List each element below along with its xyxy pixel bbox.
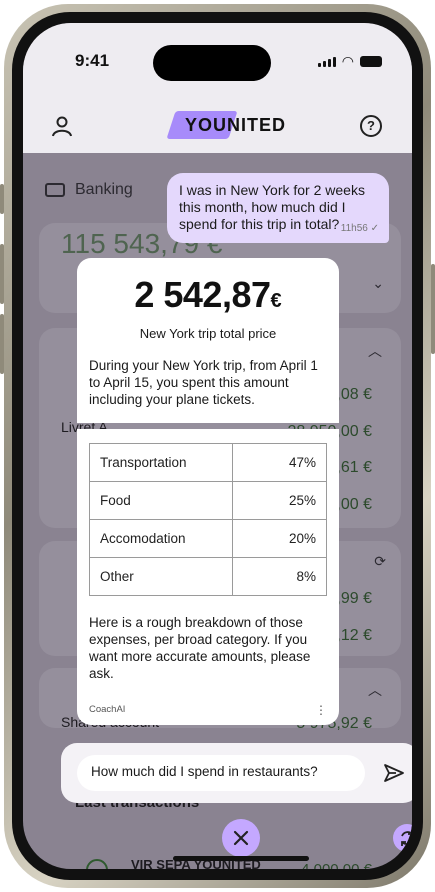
chevron-up-icon: ︿	[368, 682, 382, 698]
refresh-button[interactable]	[393, 824, 412, 852]
percent-cell: 20%	[232, 519, 327, 558]
table-row: Food 25%	[89, 481, 327, 520]
percent-cell: 8%	[232, 557, 327, 596]
phone-frame: Banking 115 543,79 € ⌄ ︿ 024,08 € Livret…	[0, 4, 435, 888]
transaction-amount: 4 000,00 €	[301, 861, 372, 869]
status-icons: ◠	[317, 53, 382, 69]
help-icon[interactable]: ?	[360, 115, 382, 137]
chat-input[interactable]: How much did I spend in restaurants?	[77, 755, 365, 791]
chat-input-panel: How much did I spend in restaurants?	[61, 743, 412, 803]
wifi-icon: ◠	[341, 53, 354, 69]
signal-icon	[317, 57, 336, 67]
percent-cell: 25%	[232, 481, 327, 520]
percent-cell: 47%	[232, 443, 327, 482]
table-row: Transportation 47%	[89, 443, 327, 482]
category-cell: Transportation	[89, 443, 233, 482]
coach-ai-label: CoachAI	[89, 704, 126, 715]
close-icon	[233, 830, 249, 846]
app-header: 9:41 ◠ YOUNITED ?	[23, 23, 412, 153]
category-cell: Other	[89, 557, 233, 596]
close-chat-button[interactable]	[222, 819, 260, 857]
banking-label: Banking	[75, 181, 133, 198]
user-message-text: I was in New York for 2 weeks this month…	[179, 182, 365, 232]
chevron-up-icon: ︿	[368, 343, 382, 359]
screen: Banking 115 543,79 € ⌄ ︿ 024,08 € Livret…	[23, 23, 412, 869]
ai-footer: CoachAI ⋮	[89, 704, 327, 716]
refresh-small-icon: ⟳	[374, 553, 386, 569]
amount-caption: New York trip total price	[139, 326, 277, 341]
profile-icon[interactable]	[51, 115, 73, 137]
bank-card-icon	[45, 183, 65, 197]
total-amount: 2 542,87€	[89, 274, 327, 316]
younited-logo: YOUNITED	[166, 111, 286, 139]
category-cell: Accomodation	[89, 519, 233, 558]
table-row: Other 8%	[89, 557, 327, 596]
user-message-bubble: I was in New York for 2 weeks this month…	[167, 173, 389, 243]
category-cell: Food	[89, 481, 233, 520]
table-row: Accomodation 20%	[89, 519, 327, 558]
battery-icon	[360, 56, 382, 67]
ai-breakdown-card: Transportation 47% Food 25% Accomodation…	[77, 429, 339, 725]
amount-currency: €	[270, 290, 282, 312]
banking-section: Banking	[45, 181, 133, 199]
refresh-icon	[401, 830, 412, 846]
more-options-icon[interactable]: ⋮	[315, 704, 327, 716]
home-indicator	[173, 856, 309, 861]
ai-answer-card: 2 542,87€ New York trip total price Duri…	[77, 258, 339, 423]
message-timestamp: 11h56 ✓	[340, 223, 379, 234]
dynamic-island	[153, 45, 271, 81]
ai-outro-text: Here is a rough breakdown of those expen…	[89, 615, 311, 681]
ai-intro-text: During your New York trip, from April 1 …	[89, 358, 318, 407]
chevron-down-icon: ⌄	[372, 275, 384, 291]
breakdown-table: Transportation 47% Food 25% Accomodation…	[89, 443, 327, 596]
status-time: 9:41	[75, 51, 110, 70]
amount-value: 2 542,87	[134, 274, 271, 315]
send-icon[interactable]	[383, 763, 405, 783]
